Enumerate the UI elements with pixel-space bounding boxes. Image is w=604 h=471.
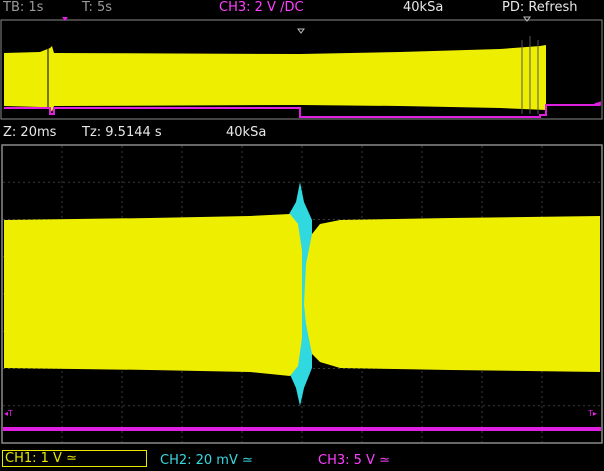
zoom-sample-rate-readout: 40kSa	[226, 125, 267, 140]
overview-waveform-window[interactable]: ◄	[0, 16, 604, 122]
overview-ch1-trace	[4, 45, 546, 112]
timebase-readout[interactable]: TB: 1s	[3, 0, 43, 15]
channel-bar: CH1: 1 V ≃ CH2: 20 mV ≃ CH3: 5 V ≃	[0, 449, 604, 470]
zoom-info-bar: Z: 20ms Tz: 9.5144 s 40kSa	[0, 124, 604, 142]
ch1-trace-right	[304, 216, 600, 372]
channel3-coupling-readout[interactable]: CH3: 2 V ∕DC	[219, 0, 304, 15]
channel2-button[interactable]: CH2: 20 mV ≃	[160, 451, 253, 471]
ch1-trace-left	[4, 214, 304, 376]
sample-rate-readout: 40kSa	[403, 0, 444, 15]
zoom-scale-readout[interactable]: Z: 20ms	[3, 124, 56, 142]
mode-readout[interactable]: PD: Refresh	[502, 0, 577, 15]
overview-ground-marker-icon: ◄	[594, 99, 601, 109]
status-bar: TB: 1s T: 5s CH3: 2 V ∕DC 40kSa PD: Refr…	[0, 0, 604, 16]
channel1-button[interactable]: CH1: 1 V ≃	[2, 450, 147, 467]
trigger-level-right-marker: T▸	[587, 409, 597, 418]
channel3-button[interactable]: CH3: 5 V ≃	[318, 451, 390, 471]
zoom-position-readout[interactable]: Tz: 9.5144 s	[82, 124, 162, 142]
channel1-label: CH1: 1 V ≃	[5, 451, 77, 466]
trigger-time-readout[interactable]: T: 5s	[82, 0, 112, 15]
trigger-level-left-marker: ◂T	[4, 409, 13, 418]
zoom-waveform-window[interactable]: ◂T T▸	[0, 144, 604, 446]
